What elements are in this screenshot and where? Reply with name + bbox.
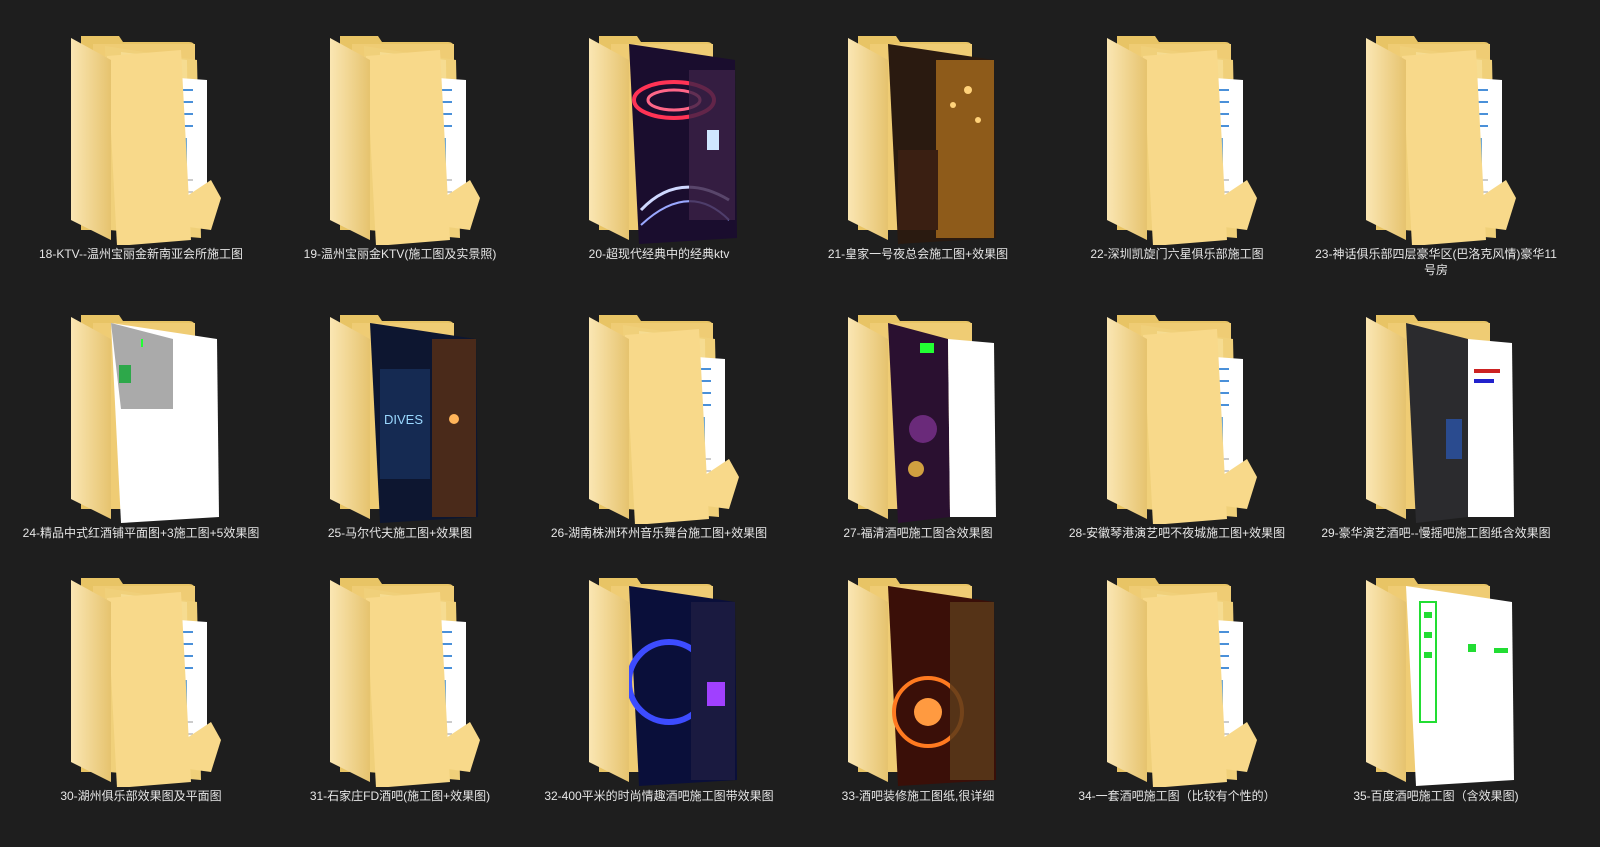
folder-icon: [51, 309, 231, 524]
folder-label: 18-KTV--温州宝丽金新南亚会所施工图: [38, 247, 243, 261]
folder-icon: [1346, 572, 1526, 787]
folder-label: 21-皇家一号夜总会施工图+效果图: [827, 247, 1009, 261]
folder-label: 32-400平米的时尚情趣酒吧施工图带效果图: [544, 789, 774, 803]
folder-icon: [310, 30, 490, 245]
folder-icon: [569, 572, 749, 787]
folder-item[interactable]: 24-精品中式红酒铺平面图+3施工图+5效果图: [13, 279, 269, 549]
folder-icon: [1346, 309, 1526, 524]
folder-label: 34-一套酒吧施工图（比较有个性的）: [1078, 789, 1276, 803]
folder-item[interactable]: DIVES 25-马尔代夫施工图+效果图: [272, 279, 528, 549]
folder-label: 31-石家庄FD酒吧(施工图+效果图): [309, 789, 491, 803]
folder-item[interactable]: 32-400平米的时尚情趣酒吧施工图带效果图: [531, 542, 787, 812]
file-explorer-grid: 18-KTV--温州宝丽金新南亚会所施工图 19-温州宝丽金KTV(施工图及实景…: [0, 0, 1600, 847]
folder-item[interactable]: 34-一套酒吧施工图（比较有个性的）: [1049, 542, 1305, 812]
folder-icon: [569, 30, 749, 245]
folder-icon: [1087, 309, 1267, 524]
folder-label: 20-超现代经典中的经典ktv: [588, 247, 730, 261]
folder-item[interactable]: 26-湖南株洲环州音乐舞台施工图+效果图: [531, 279, 787, 549]
folder-item[interactable]: 27-福清酒吧施工图含效果图: [790, 279, 1046, 549]
folder-item[interactable]: 22-深圳凯旋门六星俱乐部施工图: [1049, 0, 1305, 270]
folder-label: 22-深圳凯旋门六星俱乐部施工图: [1090, 247, 1264, 261]
svg-text:DIVES: DIVES: [384, 412, 423, 427]
folder-icon: [1087, 572, 1267, 787]
folder-icon: DIVES: [310, 309, 490, 524]
folder-item[interactable]: 19-温州宝丽金KTV(施工图及实景照): [272, 0, 528, 270]
folder-icon: [1346, 30, 1526, 245]
folder-item[interactable]: 31-石家庄FD酒吧(施工图+效果图): [272, 542, 528, 812]
folder-label: 33-酒吧装修施工图纸,很详细: [841, 789, 995, 803]
folder-item[interactable]: 29-豪华演艺酒吧--慢摇吧施工图纸含效果图: [1308, 279, 1564, 549]
folder-icon: [828, 309, 1008, 524]
folder-label: 24-精品中式红酒铺平面图+3施工图+5效果图: [22, 526, 260, 540]
folder-label: 19-温州宝丽金KTV(施工图及实景照): [303, 247, 497, 261]
folder-item[interactable]: 21-皇家一号夜总会施工图+效果图: [790, 0, 1046, 270]
folder-icon: [1087, 30, 1267, 245]
folder-item[interactable]: 23-神话俱乐部四层豪华区(巴洛克风情)豪华11号房: [1308, 0, 1564, 277]
folder-item[interactable]: 28-安徽琴港演艺吧不夜城施工图+效果图: [1049, 279, 1305, 549]
folder-label: 28-安徽琴港演艺吧不夜城施工图+效果图: [1068, 526, 1286, 540]
folder-label: 27-福清酒吧施工图含效果图: [843, 526, 993, 540]
folder-item[interactable]: 20-超现代经典中的经典ktv: [531, 0, 787, 270]
folder-icon: [51, 30, 231, 245]
folder-icon: [828, 30, 1008, 245]
folder-label: 35-百度酒吧施工图（含效果图): [1353, 789, 1519, 803]
folder-icon: [51, 572, 231, 787]
folder-icon: [569, 309, 749, 524]
folder-label: 30-湖州俱乐部效果图及平面图: [60, 789, 222, 803]
folder-label: 29-豪华演艺酒吧--慢摇吧施工图纸含效果图: [1321, 526, 1551, 540]
folder-item[interactable]: 18-KTV--温州宝丽金新南亚会所施工图: [13, 0, 269, 270]
folder-item[interactable]: 30-湖州俱乐部效果图及平面图: [13, 542, 269, 812]
folder-label: 23-神话俱乐部四层豪华区(巴洛克风情)豪华11号房: [1315, 247, 1557, 277]
folder-icon: [828, 572, 1008, 787]
folder-label: 26-湖南株洲环州音乐舞台施工图+效果图: [550, 526, 768, 540]
folder-item[interactable]: 33-酒吧装修施工图纸,很详细: [790, 542, 1046, 812]
folder-item[interactable]: 35-百度酒吧施工图（含效果图): [1308, 542, 1564, 812]
folder-icon: [310, 572, 490, 787]
folder-label: 25-马尔代夫施工图+效果图: [327, 526, 473, 540]
